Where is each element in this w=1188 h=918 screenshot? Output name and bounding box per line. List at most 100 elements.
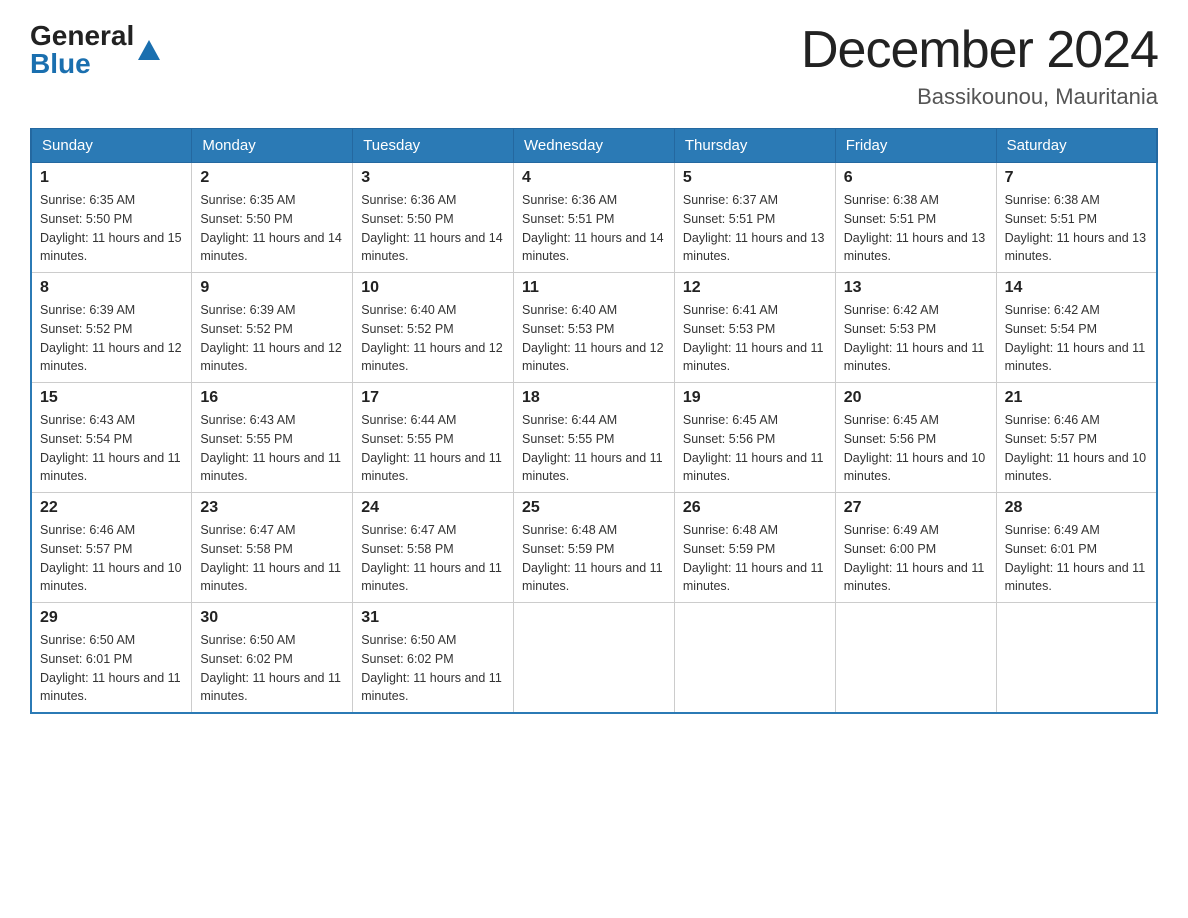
weekday-header-thursday: Thursday: [674, 129, 835, 163]
calendar-cell: 31 Sunrise: 6:50 AMSunset: 6:02 PMDaylig…: [353, 603, 514, 714]
day-info: Sunrise: 6:44 AMSunset: 5:55 PMDaylight:…: [361, 413, 502, 483]
day-info: Sunrise: 6:40 AMSunset: 5:52 PMDaylight:…: [361, 303, 503, 373]
day-info: Sunrise: 6:36 AMSunset: 5:51 PMDaylight:…: [522, 193, 664, 263]
calendar-cell: 24 Sunrise: 6:47 AMSunset: 5:58 PMDaylig…: [353, 493, 514, 603]
calendar-week-row: 8 Sunrise: 6:39 AMSunset: 5:52 PMDayligh…: [31, 273, 1157, 383]
calendar-cell: 16 Sunrise: 6:43 AMSunset: 5:55 PMDaylig…: [192, 383, 353, 493]
calendar-cell: 13 Sunrise: 6:42 AMSunset: 5:53 PMDaylig…: [835, 273, 996, 383]
day-number: 17: [361, 389, 505, 407]
calendar-cell: [996, 603, 1157, 714]
page-header: General Blue December 2024 Bassikounou, …: [30, 20, 1158, 110]
day-info: Sunrise: 6:36 AMSunset: 5:50 PMDaylight:…: [361, 193, 503, 263]
calendar-cell: 17 Sunrise: 6:44 AMSunset: 5:55 PMDaylig…: [353, 383, 514, 493]
weekday-header-row: SundayMondayTuesdayWednesdayThursdayFrid…: [31, 129, 1157, 163]
calendar-cell: [514, 603, 675, 714]
day-info: Sunrise: 6:50 AMSunset: 6:02 PMDaylight:…: [361, 633, 502, 703]
calendar-cell: 29 Sunrise: 6:50 AMSunset: 6:01 PMDaylig…: [31, 603, 192, 714]
day-number: 27: [844, 499, 988, 517]
day-number: 10: [361, 279, 505, 297]
day-number: 6: [844, 169, 988, 187]
calendar-cell: 2 Sunrise: 6:35 AMSunset: 5:50 PMDayligh…: [192, 163, 353, 273]
day-info: Sunrise: 6:40 AMSunset: 5:53 PMDaylight:…: [522, 303, 664, 373]
day-number: 8: [40, 279, 183, 297]
calendar-cell: 4 Sunrise: 6:36 AMSunset: 5:51 PMDayligh…: [514, 163, 675, 273]
calendar-cell: 14 Sunrise: 6:42 AMSunset: 5:54 PMDaylig…: [996, 273, 1157, 383]
weekday-header-saturday: Saturday: [996, 129, 1157, 163]
weekday-header-sunday: Sunday: [31, 129, 192, 163]
day-number: 18: [522, 389, 666, 407]
day-number: 24: [361, 499, 505, 517]
day-number: 23: [200, 499, 344, 517]
day-info: Sunrise: 6:44 AMSunset: 5:55 PMDaylight:…: [522, 413, 663, 483]
weekday-header-wednesday: Wednesday: [514, 129, 675, 163]
calendar-cell: 10 Sunrise: 6:40 AMSunset: 5:52 PMDaylig…: [353, 273, 514, 383]
calendar-table: SundayMondayTuesdayWednesdayThursdayFrid…: [30, 128, 1158, 714]
day-info: Sunrise: 6:46 AMSunset: 5:57 PMDaylight:…: [40, 523, 182, 593]
weekday-header-monday: Monday: [192, 129, 353, 163]
day-number: 1: [40, 169, 183, 187]
day-info: Sunrise: 6:47 AMSunset: 5:58 PMDaylight:…: [361, 523, 502, 593]
day-info: Sunrise: 6:38 AMSunset: 5:51 PMDaylight:…: [1005, 193, 1147, 263]
day-number: 15: [40, 389, 183, 407]
calendar-cell: 12 Sunrise: 6:41 AMSunset: 5:53 PMDaylig…: [674, 273, 835, 383]
day-number: 16: [200, 389, 344, 407]
day-info: Sunrise: 6:50 AMSunset: 6:02 PMDaylight:…: [200, 633, 341, 703]
day-info: Sunrise: 6:48 AMSunset: 5:59 PMDaylight:…: [522, 523, 663, 593]
day-info: Sunrise: 6:38 AMSunset: 5:51 PMDaylight:…: [844, 193, 986, 263]
calendar-cell: 5 Sunrise: 6:37 AMSunset: 5:51 PMDayligh…: [674, 163, 835, 273]
day-number: 7: [1005, 169, 1148, 187]
day-number: 29: [40, 609, 183, 627]
day-info: Sunrise: 6:43 AMSunset: 5:55 PMDaylight:…: [200, 413, 341, 483]
calendar-week-row: 22 Sunrise: 6:46 AMSunset: 5:57 PMDaylig…: [31, 493, 1157, 603]
calendar-week-row: 15 Sunrise: 6:43 AMSunset: 5:54 PMDaylig…: [31, 383, 1157, 493]
title-block: December 2024 Bassikounou, Mauritania: [801, 20, 1158, 110]
day-number: 3: [361, 169, 505, 187]
logo-blue: Blue: [30, 48, 134, 80]
day-number: 20: [844, 389, 988, 407]
weekday-header-tuesday: Tuesday: [353, 129, 514, 163]
calendar-cell: 23 Sunrise: 6:47 AMSunset: 5:58 PMDaylig…: [192, 493, 353, 603]
day-info: Sunrise: 6:49 AMSunset: 6:00 PMDaylight:…: [844, 523, 985, 593]
day-number: 13: [844, 279, 988, 297]
calendar-cell: 28 Sunrise: 6:49 AMSunset: 6:01 PMDaylig…: [996, 493, 1157, 603]
calendar-title: December 2024: [801, 20, 1158, 80]
calendar-cell: 11 Sunrise: 6:40 AMSunset: 5:53 PMDaylig…: [514, 273, 675, 383]
calendar-cell: 20 Sunrise: 6:45 AMSunset: 5:56 PMDaylig…: [835, 383, 996, 493]
calendar-cell: 9 Sunrise: 6:39 AMSunset: 5:52 PMDayligh…: [192, 273, 353, 383]
day-info: Sunrise: 6:49 AMSunset: 6:01 PMDaylight:…: [1005, 523, 1146, 593]
calendar-cell: 21 Sunrise: 6:46 AMSunset: 5:57 PMDaylig…: [996, 383, 1157, 493]
calendar-cell: [674, 603, 835, 714]
day-number: 21: [1005, 389, 1148, 407]
day-number: 25: [522, 499, 666, 517]
day-info: Sunrise: 6:48 AMSunset: 5:59 PMDaylight:…: [683, 523, 824, 593]
calendar-cell: 19 Sunrise: 6:45 AMSunset: 5:56 PMDaylig…: [674, 383, 835, 493]
day-info: Sunrise: 6:39 AMSunset: 5:52 PMDaylight:…: [40, 303, 182, 373]
day-info: Sunrise: 6:46 AMSunset: 5:57 PMDaylight:…: [1005, 413, 1147, 483]
day-info: Sunrise: 6:45 AMSunset: 5:56 PMDaylight:…: [683, 413, 824, 483]
day-number: 28: [1005, 499, 1148, 517]
day-number: 19: [683, 389, 827, 407]
calendar-week-row: 29 Sunrise: 6:50 AMSunset: 6:01 PMDaylig…: [31, 603, 1157, 714]
calendar-subtitle: Bassikounou, Mauritania: [801, 84, 1158, 110]
calendar-cell: 27 Sunrise: 6:49 AMSunset: 6:00 PMDaylig…: [835, 493, 996, 603]
day-info: Sunrise: 6:42 AMSunset: 5:54 PMDaylight:…: [1005, 303, 1146, 373]
calendar-cell: 8 Sunrise: 6:39 AMSunset: 5:52 PMDayligh…: [31, 273, 192, 383]
day-number: 5: [683, 169, 827, 187]
logo-triangle-icon: [138, 36, 160, 69]
calendar-cell: 7 Sunrise: 6:38 AMSunset: 5:51 PMDayligh…: [996, 163, 1157, 273]
day-number: 4: [522, 169, 666, 187]
day-number: 26: [683, 499, 827, 517]
day-info: Sunrise: 6:41 AMSunset: 5:53 PMDaylight:…: [683, 303, 824, 373]
day-info: Sunrise: 6:35 AMSunset: 5:50 PMDaylight:…: [200, 193, 342, 263]
day-info: Sunrise: 6:43 AMSunset: 5:54 PMDaylight:…: [40, 413, 181, 483]
day-number: 30: [200, 609, 344, 627]
day-info: Sunrise: 6:50 AMSunset: 6:01 PMDaylight:…: [40, 633, 181, 703]
day-number: 22: [40, 499, 183, 517]
weekday-header-friday: Friday: [835, 129, 996, 163]
day-info: Sunrise: 6:39 AMSunset: 5:52 PMDaylight:…: [200, 303, 342, 373]
calendar-cell: 25 Sunrise: 6:48 AMSunset: 5:59 PMDaylig…: [514, 493, 675, 603]
logo: General Blue: [30, 20, 160, 80]
calendar-cell: 22 Sunrise: 6:46 AMSunset: 5:57 PMDaylig…: [31, 493, 192, 603]
day-number: 31: [361, 609, 505, 627]
day-info: Sunrise: 6:47 AMSunset: 5:58 PMDaylight:…: [200, 523, 341, 593]
